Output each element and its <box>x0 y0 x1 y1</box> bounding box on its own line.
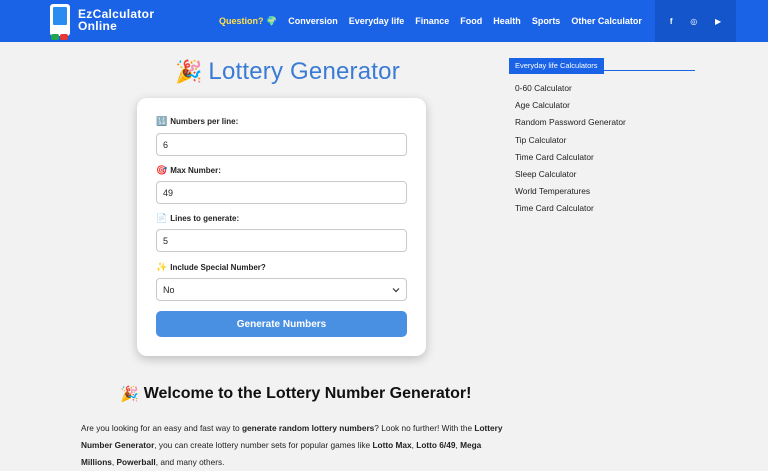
lines-to-generate-value: 5 <box>163 235 169 246</box>
party-icon: 🎉 <box>175 59 203 84</box>
numbers-per-line-value: 6 <box>163 139 169 150</box>
lines-to-generate-label-text: Lines to generate: <box>170 214 240 223</box>
generate-numbers-button[interactable]: Generate Numbers <box>156 311 407 337</box>
nav-everyday-life[interactable]: Everyday life <box>349 16 405 26</box>
max-number-label: 🎯 Max Number: <box>156 165 221 176</box>
numbers-icon: 🔢 <box>156 116 168 126</box>
intro-bold-1: generate random lottery numbers <box>241 423 375 433</box>
nav-conversion[interactable]: Conversion <box>288 16 338 26</box>
lines-to-generate-label: 📄 Lines to generate: <box>156 213 239 224</box>
sidebar-item-time-card-calculator[interactable]: Time Card Calculator <box>515 149 626 166</box>
nav-finance[interactable]: Finance <box>415 16 449 26</box>
nav-health[interactable]: Health <box>493 16 521 26</box>
youtube-icon[interactable]: ▶ <box>715 17 721 26</box>
max-number-input[interactable]: 49 <box>156 181 407 204</box>
special-number-value: No <box>163 284 175 295</box>
sidebar-heading-text: Everyday life Calculators <box>509 58 604 74</box>
intro-paragraph: Are you looking for an easy and fast way… <box>81 420 506 471</box>
sidebar-item-0-60-calculator[interactable]: 0-60 Calculator <box>515 80 626 97</box>
nav-other-calculator[interactable]: Other Calculator <box>571 16 642 26</box>
instagram-icon[interactable]: ◎ <box>690 17 697 26</box>
intro-text-3: , you can create lottery number sets for… <box>154 440 373 450</box>
nav-food[interactable]: Food <box>460 16 482 26</box>
facebook-icon[interactable]: f <box>670 17 673 26</box>
sidebar-list: 0-60 Calculator Age Calculator Random Pa… <box>515 80 626 218</box>
nav-sports[interactable]: Sports <box>532 16 561 26</box>
special-number-label: ✨ Include Special Number? <box>156 262 266 273</box>
numbers-per-line-input[interactable]: 6 <box>156 133 407 156</box>
logo-text: EzCalculator Online <box>78 8 154 32</box>
page-title-text: Lottery Generator <box>208 58 400 85</box>
logo-line-2: Online <box>78 19 118 33</box>
max-number-label-text: Max Number: <box>170 166 221 175</box>
main-nav: Question? 🌍 Conversion Everyday life Fin… <box>219 0 669 42</box>
intro-text-2: ? Look no further! With the <box>374 423 475 433</box>
social-links: f ◎ ▶ <box>655 0 736 42</box>
calculator-icon <box>48 4 72 40</box>
site-logo[interactable]: EzCalculator Online <box>48 4 154 40</box>
special-number-select[interactable]: No <box>156 278 407 301</box>
sparkles-icon: ✨ <box>156 262 168 272</box>
sidebar-item-time-card-calculator-2[interactable]: Time Card Calculator <box>515 200 626 217</box>
game-lotto-649: Lotto 6/49 <box>416 440 456 450</box>
numbers-per-line-label-text: Numbers per line: <box>170 117 239 126</box>
numbers-per-line-label: 🔢 Numbers per line: <box>156 116 238 127</box>
game-powerball: Powerball <box>116 457 156 467</box>
page-title: 🎉 Lottery Generator <box>175 58 400 86</box>
lines-to-generate-input[interactable]: 5 <box>156 229 407 252</box>
sidebar-heading: Everyday life Calculators <box>509 55 695 74</box>
intro-text-4: , and many others. <box>155 457 225 467</box>
target-icon: 🎯 <box>156 165 168 175</box>
special-number-label-text: Include Special Number? <box>170 263 266 272</box>
chevron-down-icon <box>392 285 400 295</box>
party-icon: 🎉 <box>120 386 139 403</box>
sidebar-item-random-password-generator[interactable]: Random Password Generator <box>515 114 626 131</box>
intro-text-1: Are you looking for an easy and fast way… <box>81 423 242 433</box>
max-number-value: 49 <box>163 187 174 198</box>
sidebar-item-sleep-calculator[interactable]: Sleep Calculator <box>515 166 626 183</box>
nav-question[interactable]: Question? 🌍 <box>219 16 277 27</box>
welcome-heading-text: Welcome to the Lottery Number Generator! <box>143 385 472 402</box>
top-navigation-bar: EzCalculator Online Question? 🌍 Conversi… <box>0 0 768 42</box>
sidebar-item-world-temperatures[interactable]: World Temperatures <box>515 183 626 200</box>
page-icon: 📄 <box>156 213 168 223</box>
welcome-heading: 🎉 Welcome to the Lottery Number Generato… <box>120 385 471 403</box>
sidebar-item-age-calculator[interactable]: Age Calculator <box>515 97 626 114</box>
game-lotto-max: Lotto Max <box>372 440 412 450</box>
lottery-form-card: 🔢 Numbers per line: 6 🎯 Max Number: 49 📄… <box>137 98 426 356</box>
sidebar-item-tip-calculator[interactable]: Tip Calculator <box>515 132 626 149</box>
